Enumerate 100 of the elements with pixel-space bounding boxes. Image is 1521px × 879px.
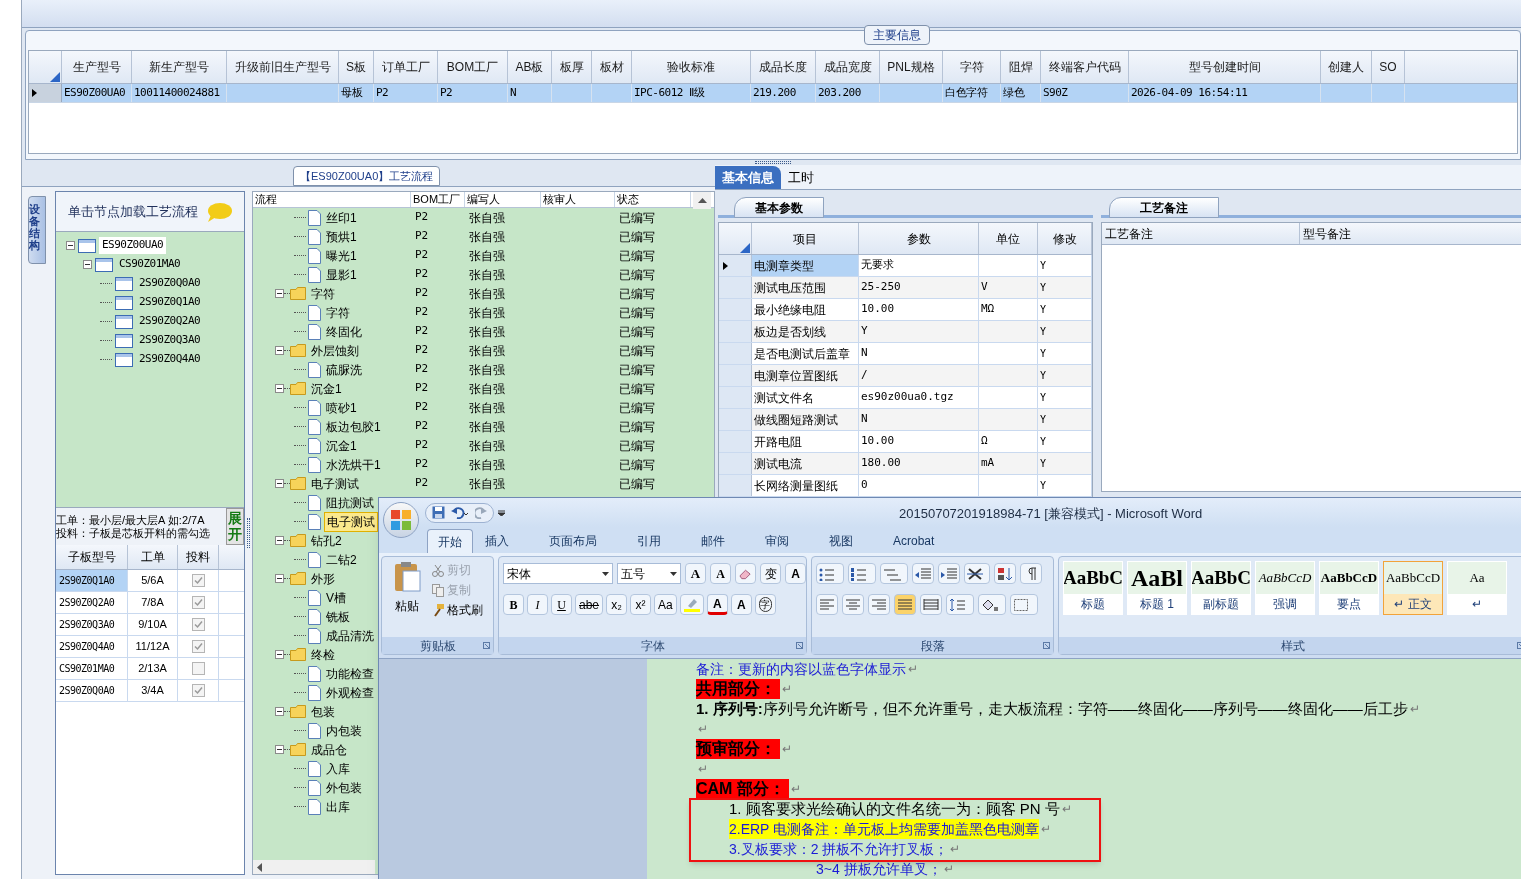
tree-node[interactable]: 外形 (309, 569, 337, 588)
table-cell[interactable]: 长网络测量图纸 (752, 475, 859, 496)
tab[interactable]: 基本信息 (715, 166, 781, 189)
tree-node[interactable]: 丝印1 (324, 208, 359, 227)
checkbox[interactable] (191, 662, 205, 675)
checkbox[interactable] (191, 574, 205, 587)
tree-node[interactable]: 功能检查 (324, 664, 376, 683)
splitter-grip[interactable] (247, 518, 250, 548)
horizontal-scrollbar[interactable] (253, 860, 375, 874)
office-button[interactable] (383, 502, 419, 538)
justify-button[interactable] (894, 594, 916, 615)
column-header[interactable]: 状态 (615, 192, 691, 207)
column-header[interactable]: 验收标准 (632, 51, 751, 83)
column-header[interactable]: 型号创建时间 (1129, 51, 1321, 83)
toolbar-button[interactable]: 格式刷 (432, 601, 483, 619)
column-header[interactable]: 创建人 (1321, 51, 1372, 83)
table-cell[interactable]: 做线圈短路测试 (752, 409, 859, 430)
style-swatch[interactable]: Aa ↵ (1447, 561, 1507, 615)
ribbon-tab[interactable]: 邮件 (691, 529, 735, 553)
table-cell[interactable]: 2S90Z0Q0A0 (56, 680, 128, 701)
table-cell[interactable]: 测试电流 (752, 453, 859, 474)
column-header[interactable]: 升级前旧生产型号 (227, 51, 339, 83)
undo-button[interactable] (451, 506, 469, 519)
expand-button[interactable]: 展开 (226, 508, 244, 545)
ribbon-tab[interactable]: Acrobat (883, 529, 945, 553)
shrink-font-button[interactable]: A (710, 563, 731, 584)
ribbon-tab[interactable]: 开始 (427, 529, 473, 553)
tab[interactable]: 工艺备注 (1109, 197, 1219, 218)
change-case-button[interactable]: Aa (654, 594, 677, 615)
style-swatch[interactable]: AaBbCcD 强调 (1255, 561, 1315, 615)
decrease-indent-button[interactable] (912, 563, 934, 584)
dialog-launcher-icon[interactable] (483, 642, 490, 649)
tree-node[interactable]: 入库 (324, 759, 352, 778)
save-button[interactable] (432, 506, 445, 519)
enclose-character-button[interactable]: 字 (754, 594, 776, 615)
tree-node[interactable]: 硫脲洗 (324, 360, 364, 379)
tree-node[interactable]: 电子测试 (324, 511, 378, 532)
tree-node[interactable]: 2S90Z0Q4A0 (136, 351, 204, 368)
side-tab[interactable]: 设备结构 (28, 196, 46, 264)
bold-button[interactable]: B (503, 594, 524, 615)
tree-node[interactable]: CS90Z01MA0 (116, 256, 184, 273)
tree-node[interactable]: 终固化 (324, 322, 364, 341)
column-header[interactable]: 工单 (128, 545, 178, 569)
column-header[interactable]: AB板 (508, 51, 552, 83)
table-cell[interactable]: 2S90Z0Q3A0 (56, 614, 128, 635)
style-swatch[interactable]: AaBbC 副标题 (1191, 561, 1251, 615)
font-color-button[interactable]: A (706, 594, 728, 615)
align-left-button[interactable] (816, 594, 838, 615)
column-header[interactable]: 阻焊 (1001, 51, 1041, 83)
tree-node[interactable]: 外层蚀刻 (309, 341, 361, 360)
table-cell[interactable]: 开路电阻 (752, 431, 859, 452)
bullets-button[interactable] (816, 563, 844, 584)
tree-node[interactable]: 成品仓 (309, 740, 349, 759)
sort-button[interactable] (994, 563, 1016, 584)
customize-button[interactable] (498, 509, 505, 516)
highlight-button[interactable] (679, 594, 704, 615)
dialog-launcher-icon[interactable] (1043, 642, 1050, 649)
column-header[interactable]: 生产型号 (62, 51, 132, 83)
column-header[interactable]: 单位 (979, 223, 1038, 254)
checkbox[interactable] (191, 684, 205, 697)
character-shading-button[interactable]: A (730, 594, 752, 615)
tree-node[interactable]: 2S90Z0Q3A0 (136, 332, 204, 349)
style-swatch[interactable]: AaBl 标题 1 (1127, 561, 1187, 615)
tree-node[interactable]: 阻抗测试 (324, 493, 376, 512)
tree-node[interactable]: 2S90Z0Q2A0 (136, 313, 204, 330)
tree-node[interactable]: ES90Z00UA0 (99, 237, 167, 254)
row-header[interactable] (719, 255, 752, 276)
tree-node[interactable]: 内包装 (324, 721, 364, 740)
checkbox[interactable] (191, 640, 205, 653)
checkbox[interactable] (191, 618, 205, 631)
font-name-field[interactable]: 宋体 (503, 563, 614, 584)
column-header[interactable]: BOM工厂 (438, 51, 508, 83)
tab[interactable]: 工时 (781, 166, 821, 189)
tree-node[interactable]: 2S90Z0Q0A0 (136, 275, 204, 292)
align-center-button[interactable] (842, 594, 864, 615)
tab[interactable]: 基本参数 (734, 197, 824, 218)
tree-node[interactable]: 包装 (309, 702, 337, 721)
subscript-button[interactable]: x₂ (606, 594, 628, 615)
table-cell[interactable]: 2S90Z0Q1A0 (56, 570, 128, 591)
column-header[interactable]: 核审人 (541, 192, 615, 207)
table-row[interactable]: ES90Z00UA0 10011400024881 母板 P2 P2 N IPC-6012 Ⅱ级 219.200 203.200 白色字符 绿色 S90Z 2026-04-09 16:54:11 (29, 84, 1517, 103)
tree-node[interactable]: 出库 (324, 797, 352, 816)
column-header[interactable]: 编写人 (465, 192, 541, 207)
ribbon-tab[interactable]: 页面布局 (539, 529, 607, 553)
ribbon-tab[interactable]: 引用 (627, 529, 671, 553)
clear-format-button[interactable] (735, 563, 756, 584)
borders-button[interactable] (1010, 594, 1038, 615)
tree-node[interactable]: 电子测试 (309, 474, 361, 493)
tree-node[interactable]: 沉金1 (324, 436, 359, 455)
style-swatch[interactable]: AaBbCcD 要点 (1319, 561, 1379, 615)
table-cell[interactable]: 最小绝缘电阻 (752, 299, 859, 320)
style-swatch[interactable]: AaBbC 标题 (1063, 561, 1123, 615)
numbering-button[interactable] (848, 563, 876, 584)
table-cell[interactable]: 电测章类型 (752, 255, 859, 276)
show-marks-button[interactable] (1020, 563, 1042, 584)
column-header[interactable]: 板厚 (552, 51, 592, 83)
distributed-button[interactable] (920, 594, 942, 615)
table-cell[interactable]: 测试电压范围 (752, 277, 859, 298)
column-header[interactable]: 子板型号 (56, 545, 128, 569)
superscript-button[interactable]: x² (630, 594, 652, 615)
